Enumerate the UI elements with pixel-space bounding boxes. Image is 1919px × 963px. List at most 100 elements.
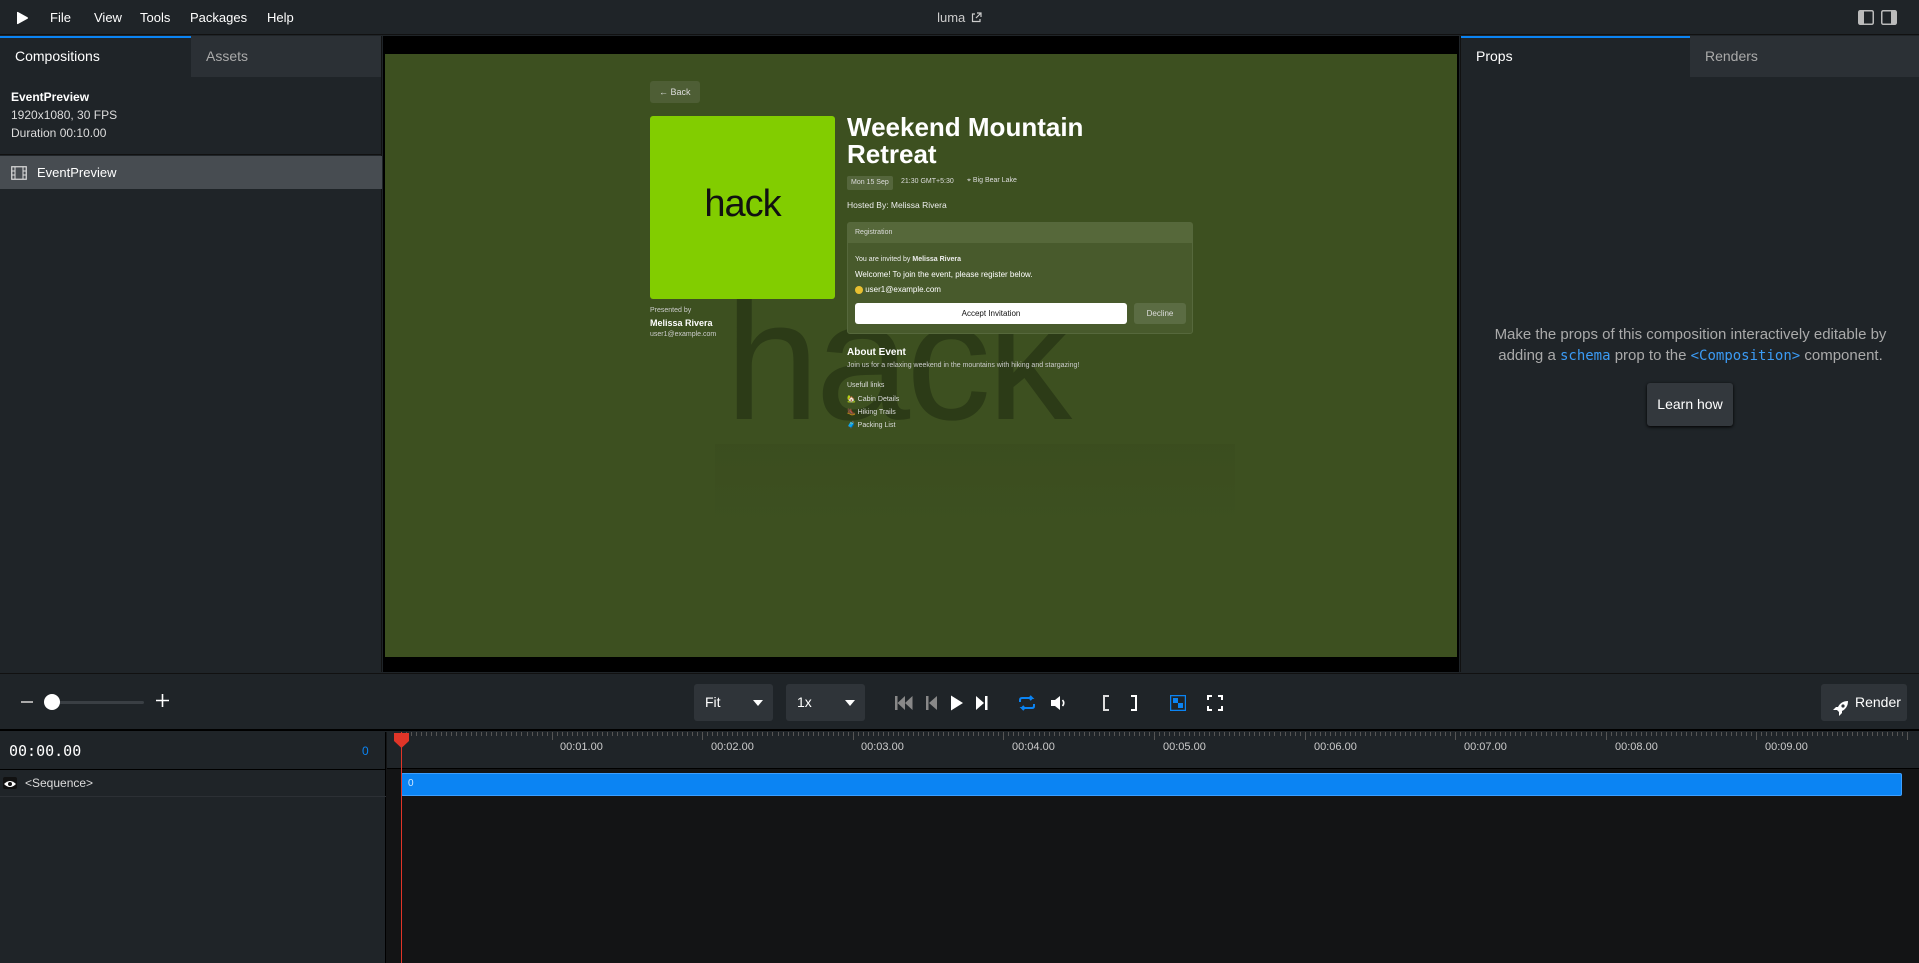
size-fit-value: Fit xyxy=(705,694,721,710)
ruler-tick xyxy=(1907,732,1908,740)
ruler-tick xyxy=(1018,732,1020,736)
checkerboard-icon[interactable] xyxy=(1166,691,1190,715)
tab-assets[interactable]: Assets xyxy=(191,36,382,77)
ruler-tick xyxy=(657,732,659,736)
loop-icon[interactable] xyxy=(1015,691,1039,715)
ruler-tick xyxy=(1369,732,1371,736)
ruler-tick xyxy=(1901,732,1903,736)
ruler-tick xyxy=(928,732,930,736)
sequence-block[interactable]: 0 xyxy=(401,773,1902,796)
learn-how-button[interactable]: Learn how xyxy=(1647,383,1733,426)
accept-invitation-button[interactable]: Accept Invitation xyxy=(855,303,1127,324)
render-button[interactable]: Render xyxy=(1821,684,1907,721)
ruler-tick xyxy=(1610,732,1612,736)
ruler-tick xyxy=(1560,732,1562,736)
tab-renders[interactable]: Renders xyxy=(1690,36,1919,77)
ruler-tick xyxy=(1324,732,1326,736)
ruler-tick xyxy=(1430,732,1432,736)
ruler-tick xyxy=(1896,732,1898,736)
ruler-tick xyxy=(1108,732,1110,736)
ruler-tick xyxy=(973,732,975,736)
fullscreen-icon[interactable] xyxy=(1203,691,1227,715)
zoom-in-icon[interactable] xyxy=(155,693,170,713)
ruler-tick xyxy=(792,732,794,736)
jump-to-start-icon[interactable] xyxy=(892,691,916,715)
ruler-tick xyxy=(988,732,990,736)
link-cabin-details[interactable]: 🏡 Cabin Details xyxy=(847,395,899,403)
project-title[interactable]: luma xyxy=(0,0,1919,36)
play-icon[interactable] xyxy=(945,691,969,715)
ruler-tick xyxy=(1751,732,1753,736)
toggle-left-sidebar-icon[interactable] xyxy=(1858,10,1874,25)
ruler-tick xyxy=(797,732,799,736)
ruler-tick xyxy=(1635,732,1637,736)
ruler-tick xyxy=(1128,732,1130,736)
external-link-icon[interactable] xyxy=(971,1,982,36)
link-packing-list[interactable]: 🧳 Packing List xyxy=(847,421,895,429)
ruler-tick xyxy=(963,732,965,736)
composition-list-item[interactable]: EventPreview xyxy=(0,156,382,189)
ruler-tick xyxy=(1088,732,1090,736)
ruler-tick xyxy=(1445,732,1447,736)
decline-button[interactable]: Decline xyxy=(1134,303,1186,324)
zoom-out-icon[interactable] xyxy=(21,701,33,703)
ruler-tick xyxy=(1696,732,1698,736)
ruler-tick xyxy=(1801,732,1803,736)
ruler-tick xyxy=(1234,732,1236,736)
ruler-tick xyxy=(1771,732,1773,736)
volume-icon[interactable] xyxy=(1047,691,1071,715)
composition-name: EventPreview xyxy=(11,90,90,104)
ruler-tick xyxy=(421,732,423,736)
ruler-tick xyxy=(1656,732,1657,736)
ruler-tick xyxy=(516,732,518,736)
tab-props[interactable]: Props xyxy=(1461,36,1690,77)
ruler-tick xyxy=(1580,732,1582,736)
step-back-icon[interactable] xyxy=(920,691,944,715)
ruler-tick xyxy=(1711,732,1713,736)
ruler-tick xyxy=(496,732,498,736)
ruler-tick xyxy=(596,732,598,736)
toggle-right-sidebar-icon[interactable] xyxy=(1881,10,1897,25)
ruler-tick xyxy=(646,732,648,736)
size-fit-select[interactable]: Fit xyxy=(694,684,773,721)
playback-speed-select[interactable]: 1x xyxy=(786,684,865,721)
ruler-tick xyxy=(1394,732,1396,736)
ruler-tick xyxy=(1550,732,1552,736)
ruler-tick xyxy=(948,732,950,736)
zoom-slider-thumb[interactable] xyxy=(44,694,60,710)
ruler-tick xyxy=(872,732,874,736)
tab-compositions[interactable]: Compositions xyxy=(0,36,191,77)
arrow-left-icon: ← xyxy=(659,87,668,97)
playhead-line[interactable] xyxy=(401,732,402,963)
project-title-text[interactable]: luma xyxy=(937,10,965,25)
time-ruler[interactable]: 00:01.00 00:02.00 00:03.00 00:04.00 00:0… xyxy=(387,732,1919,769)
ruler-tick xyxy=(1515,732,1517,736)
link-hiking-trails[interactable]: 🥾 Hiking Trails xyxy=(847,408,896,416)
ruler-tick xyxy=(1686,732,1688,736)
ruler-tick xyxy=(1781,732,1783,736)
ruler-tick xyxy=(1329,732,1331,736)
tick-label: 00:06.00 xyxy=(1314,741,1357,753)
eye-icon[interactable] xyxy=(3,777,17,789)
ruler-tick xyxy=(1299,732,1301,736)
sequence-start-label: 0 xyxy=(408,778,414,789)
in-point-icon[interactable] xyxy=(1094,691,1118,715)
ruler-tick xyxy=(461,732,463,736)
track-label: <Sequence> xyxy=(25,776,94,790)
ruler-tick xyxy=(772,732,774,736)
ruler-tick xyxy=(446,732,448,736)
ruler-tick xyxy=(712,732,714,736)
out-point-icon[interactable] xyxy=(1122,691,1146,715)
ruler-tick xyxy=(1344,732,1346,736)
ruler-tick xyxy=(1881,732,1883,736)
step-forward-icon[interactable] xyxy=(970,691,994,715)
ruler-tick xyxy=(943,732,945,736)
ruler-tick xyxy=(541,732,543,736)
playhead-handle[interactable] xyxy=(393,732,410,754)
ruler-tick xyxy=(722,732,724,736)
props-message-line2: adding a schema prop to the <Composition… xyxy=(1461,345,1919,367)
ruler-tick xyxy=(953,732,955,736)
back-button[interactable]: ← Back xyxy=(650,81,700,103)
chevron-down-icon xyxy=(753,700,763,706)
ruler-tick xyxy=(677,732,679,736)
